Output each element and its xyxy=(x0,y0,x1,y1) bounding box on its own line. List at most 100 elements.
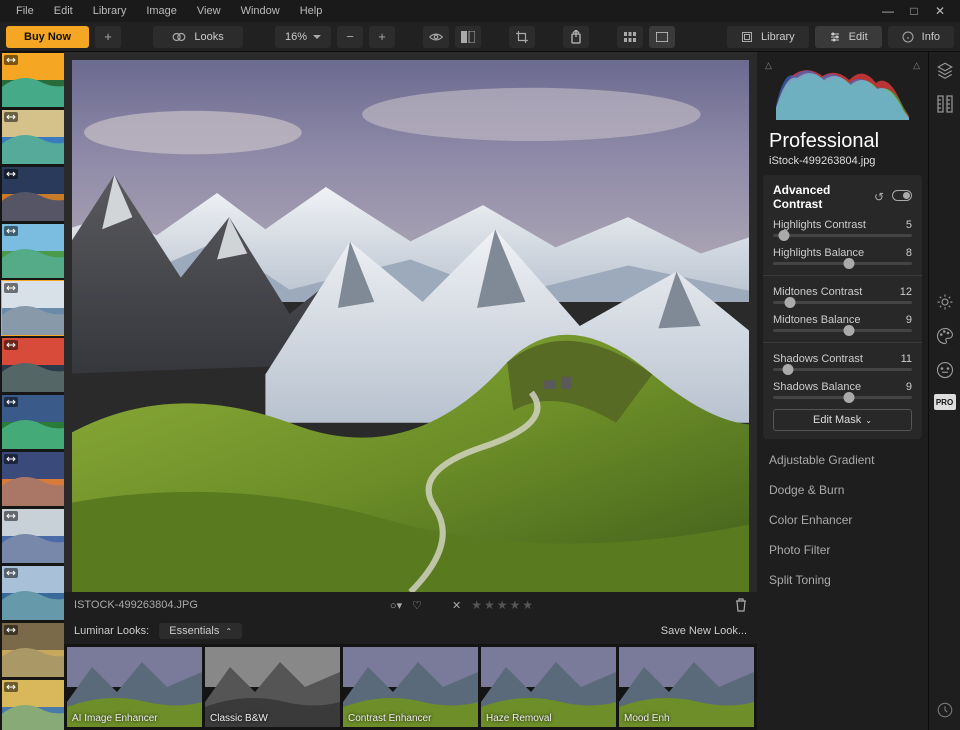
panel-color-enhancer[interactable]: Color Enhancer xyxy=(757,505,928,535)
slider-shadows-balance[interactable]: Shadows Balance9 xyxy=(773,381,912,399)
slider-value: 8 xyxy=(906,247,912,259)
look-preset[interactable]: Contrast Enhancer xyxy=(343,647,478,727)
slider-shadows-contrast[interactable]: Shadows Contrast11 xyxy=(773,353,912,371)
save-new-look[interactable]: Save New Look... xyxy=(661,625,747,637)
histogram-highlight-clip[interactable]: △ xyxy=(913,58,920,71)
compare-button[interactable] xyxy=(455,26,481,48)
look-label: Haze Removal xyxy=(486,713,552,724)
filmstrip[interactable] xyxy=(0,52,64,730)
export-button[interactable] xyxy=(563,26,589,48)
reject-button[interactable]: ✕ xyxy=(452,599,461,612)
slider-highlights-contrast[interactable]: Highlights Contrast5 xyxy=(773,219,912,237)
panel-filename: iStock-499263804.jpg xyxy=(757,155,928,175)
thumbnail[interactable] xyxy=(1,508,64,564)
menu-view[interactable]: View xyxy=(187,2,231,20)
thumbnail[interactable] xyxy=(1,451,64,507)
slider-highlights-balance[interactable]: Highlights Balance8 xyxy=(773,247,912,265)
edit-mask-button[interactable]: Edit Mask ⌄ xyxy=(773,409,912,431)
library-mode-button[interactable]: Library xyxy=(727,26,809,48)
window-minimize[interactable]: — xyxy=(880,3,896,19)
look-label: AI Image Enhancer xyxy=(72,713,158,724)
thumbnail[interactable] xyxy=(1,223,64,279)
thumbnail[interactable] xyxy=(1,622,64,678)
chevron-up-icon: ⌃ xyxy=(225,627,232,636)
menu-image[interactable]: Image xyxy=(136,2,187,20)
menu-file[interactable]: File xyxy=(6,2,44,20)
edit-mode-button[interactable]: Edit xyxy=(815,26,882,48)
look-preset[interactable]: AI Image Enhancer xyxy=(67,647,202,727)
grid-view-button[interactable] xyxy=(617,26,643,48)
advanced-contrast-panel: Advanced Contrast ↺ Highlights Contrast5… xyxy=(763,175,922,439)
panel-toggle[interactable] xyxy=(892,190,912,201)
ruler-icon[interactable] xyxy=(935,94,955,114)
look-label: Mood Enh xyxy=(624,713,670,724)
window-maximize[interactable]: □ xyxy=(906,3,922,19)
looks-category-dropdown[interactable]: Essentials ⌃ xyxy=(159,623,242,639)
single-view-button[interactable] xyxy=(649,26,675,48)
current-filename: ISTOCK-499263804.JPG xyxy=(74,599,198,611)
thumbnail[interactable] xyxy=(1,52,64,108)
looks-label: Looks xyxy=(194,31,223,43)
thumbnail[interactable] xyxy=(1,679,64,730)
sun-icon[interactable] xyxy=(935,292,955,312)
zoom-out-button[interactable]: − xyxy=(337,26,363,48)
zoom-value: 16% xyxy=(285,31,307,43)
window-close[interactable]: ✕ xyxy=(932,3,948,19)
pro-badge[interactable]: PRO xyxy=(934,394,956,410)
menu-help[interactable]: Help xyxy=(290,2,333,20)
panel-title: Advanced Contrast xyxy=(773,183,874,211)
face-icon[interactable] xyxy=(935,360,955,380)
menu-edit[interactable]: Edit xyxy=(44,2,83,20)
histogram-shadow-clip[interactable]: △ xyxy=(765,58,772,71)
chevron-down-icon xyxy=(313,35,321,39)
look-preset[interactable]: Mood Enh xyxy=(619,647,754,727)
library-mode-label: Library xyxy=(761,31,795,43)
thumbnail[interactable] xyxy=(1,565,64,621)
zoom-select[interactable]: 16% xyxy=(275,26,331,48)
info-icon xyxy=(902,31,914,43)
favorite-button[interactable]: ♡ xyxy=(412,599,422,612)
rating-stars[interactable]: ★★★★★ xyxy=(471,598,533,612)
image-viewer[interactable] xyxy=(64,52,757,592)
slider-midtones-contrast[interactable]: Midtones Contrast12 xyxy=(773,286,912,304)
buy-now-button[interactable]: Buy Now xyxy=(6,26,89,48)
menu-library[interactable]: Library xyxy=(83,2,137,20)
panel-dodge-burn[interactable]: Dodge & Burn xyxy=(757,475,928,505)
crop-button[interactable] xyxy=(509,26,535,48)
panel-photo-filter[interactable]: Photo Filter xyxy=(757,535,928,565)
look-preset[interactable]: Classic B&W xyxy=(205,647,340,727)
flag-circle-icon[interactable]: ○▾ xyxy=(390,599,402,612)
info-mode-button[interactable]: Info xyxy=(888,26,954,48)
eye-toggle[interactable] xyxy=(423,26,449,48)
thumbnail[interactable] xyxy=(1,166,64,222)
main-image xyxy=(72,60,749,592)
menu-window[interactable]: Window xyxy=(231,2,290,20)
edit-mode-label: Edit xyxy=(849,31,868,43)
panel-split-toning[interactable]: Split Toning xyxy=(757,565,928,595)
history-icon[interactable] xyxy=(935,700,955,720)
look-preset[interactable]: Haze Removal xyxy=(481,647,616,727)
thumbnail[interactable] xyxy=(1,280,64,336)
panel-adjustable-gradient[interactable]: Adjustable Gradient xyxy=(757,445,928,475)
thumbnail[interactable] xyxy=(1,394,64,450)
palette-icon[interactable] xyxy=(935,326,955,346)
looks-bar-label: Luminar Looks: xyxy=(74,625,149,637)
sliders-icon xyxy=(829,31,841,43)
edit-mask-label: Edit Mask xyxy=(813,414,861,426)
look-label: Classic B&W xyxy=(210,713,268,724)
slider-value: 9 xyxy=(906,314,912,326)
thumbnail[interactable] xyxy=(1,109,64,165)
zoom-in-button[interactable]: + xyxy=(369,26,395,48)
layers-icon[interactable] xyxy=(935,60,955,80)
looks-dropdown[interactable]: Looks xyxy=(153,26,243,48)
slider-midtones-balance[interactable]: Midtones Balance9 xyxy=(773,314,912,332)
slider-value: 9 xyxy=(906,381,912,393)
slider-value: 11 xyxy=(901,353,912,365)
add-button[interactable]: + xyxy=(95,26,121,48)
delete-button[interactable] xyxy=(735,598,747,612)
thumbnail[interactable] xyxy=(1,337,64,393)
slider-label: Midtones Contrast xyxy=(773,286,862,298)
looks-strip[interactable]: AI Image Enhancer Classic B&W Contrast E… xyxy=(64,644,757,730)
reset-icon[interactable]: ↺ xyxy=(874,190,884,204)
library-icon xyxy=(741,31,753,43)
